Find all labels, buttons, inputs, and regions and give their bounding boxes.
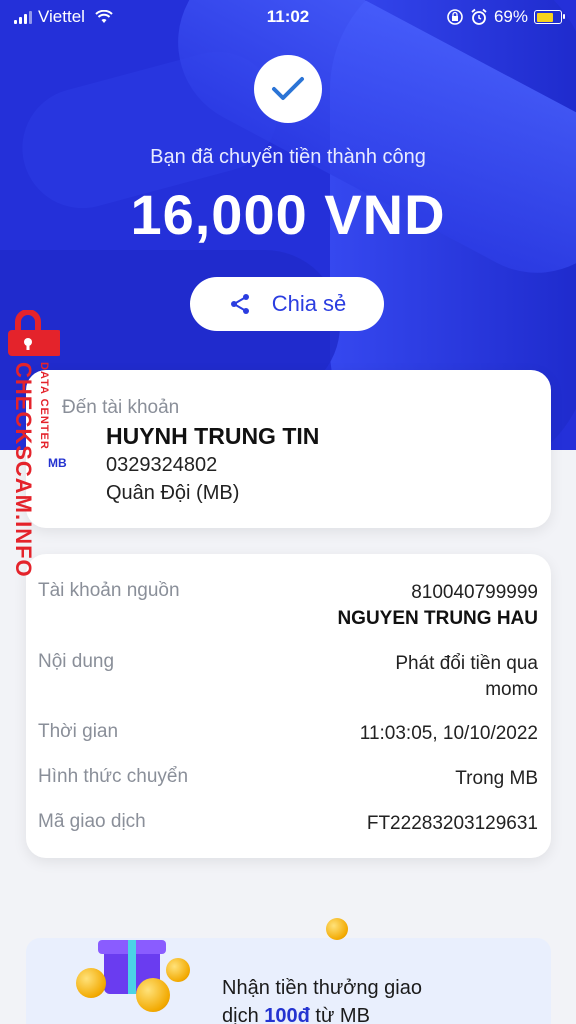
lock-icon (8, 310, 60, 356)
recipient-card: Đến tài khoản MB HUYNH TRUNG TIN 0329324… (26, 370, 551, 528)
share-label: Chia sẻ (271, 291, 347, 316)
wifi-icon (95, 10, 113, 23)
success-message: Bạn đã chuyển tiền thành công (150, 146, 426, 168)
signal-icon (14, 10, 32, 24)
carrier-name: Viettel (38, 7, 85, 26)
detail-label: Thời gian (38, 721, 119, 742)
transfer-type-value: Trong MB (455, 768, 538, 789)
clock: 11:02 (266, 7, 310, 26)
watermark: CHECKSCAM.INFO DATA CENTER (2, 310, 62, 590)
promo-banner[interactable]: Nhận tiền thưởng giao dịch 100đ từ MB (26, 918, 551, 1024)
transaction-id-value: FT22283203129631 (366, 813, 538, 834)
promo-line1: Nhận tiền thưởng giao (222, 977, 422, 999)
battery-percent: 69% (493, 7, 528, 26)
source-account-number: 810040799999 (411, 582, 538, 603)
content-value-line2: momo (485, 679, 538, 700)
watermark-text: CHECKSCAM.INFO (11, 362, 36, 578)
detail-label: Hình thức chuyển (38, 766, 189, 787)
battery-icon (534, 10, 565, 24)
detail-label: Mã giao dịch (38, 811, 146, 832)
status-bar: Viettel 11:02 69% (0, 0, 576, 34)
recipient-name: HUYNH TRUNG TIN (106, 423, 320, 449)
source-account-name: NGUYEN TRUNG HAU (337, 608, 538, 629)
share-icon (230, 294, 249, 314)
recipient-account: 0329324802 (106, 454, 218, 476)
rotation-lock-icon (447, 9, 463, 25)
time-value: 11:03:05, 10/10/2022 (359, 723, 538, 744)
content-value: Phát đổi tiền qua (395, 653, 538, 674)
transaction-details-card: Tài khoản nguồn 810040799999 NGUYEN TRUN… (26, 554, 551, 858)
share-button[interactable]: Chia sẻ (190, 277, 384, 331)
promo-highlight: 100đ (264, 1005, 310, 1024)
alarm-icon (471, 8, 487, 25)
promo-line2: dịch 100đ từ MB (222, 1002, 422, 1024)
detail-label: Nội dung (38, 651, 115, 672)
gift-coins-icon (76, 918, 348, 1018)
recipient-label: Đến tài khoản (62, 397, 180, 418)
promo-text: Nhận tiền thưởng giao dịch 100đ từ MB (222, 974, 422, 1024)
recipient-bank: Quân Đội (MB) (106, 482, 240, 504)
success-check-icon (254, 55, 322, 123)
transfer-amount: 16,000 VND (130, 183, 446, 246)
watermark-subtext: DATA CENTER (38, 362, 50, 450)
